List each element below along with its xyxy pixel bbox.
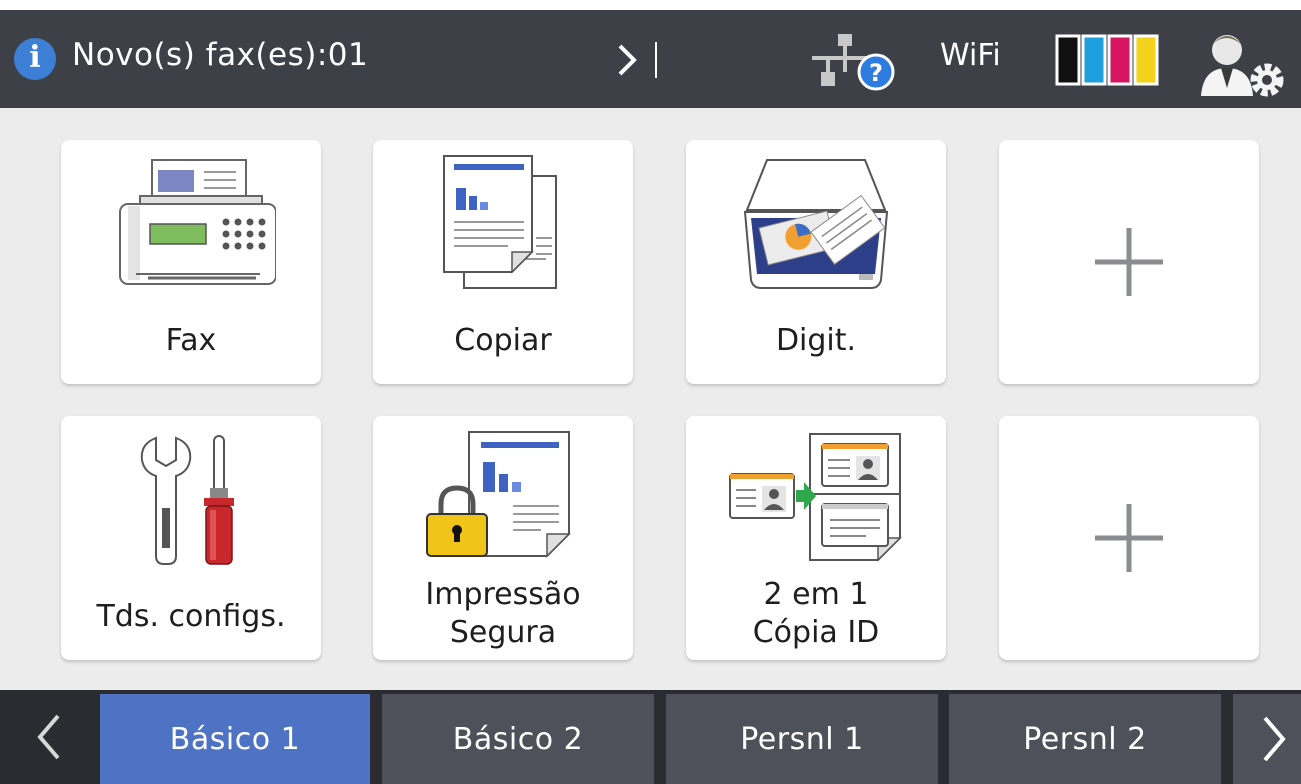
tile-label: Copiar bbox=[454, 323, 552, 358]
wifi-status[interactable]: WiFi bbox=[940, 38, 1001, 73]
tools-icon bbox=[140, 435, 234, 565]
chevron-right-icon[interactable] bbox=[612, 42, 668, 78]
plus-icon bbox=[1095, 504, 1163, 572]
home-tiles-area: Fax Copiar Digit. Tds. configs. Impressã… bbox=[0, 108, 1301, 690]
tab-scroll-left-button[interactable] bbox=[0, 690, 98, 784]
tab-bar: Básico 1 Básico 2 Persnl 1 Persnl 2 bbox=[0, 690, 1301, 784]
tile-label-line2: Segura bbox=[449, 615, 557, 650]
tab-persnl-1[interactable]: Persnl 1 bbox=[666, 694, 938, 784]
admin-settings-icon[interactable] bbox=[1193, 30, 1293, 100]
secure-print-icon bbox=[426, 431, 571, 558]
fax-machine-icon bbox=[119, 159, 276, 285]
scanner-icon bbox=[743, 159, 889, 289]
info-icon[interactable]: i bbox=[14, 38, 56, 80]
secure-print-tile[interactable]: Impressão Segura bbox=[373, 416, 633, 660]
all-settings-tile[interactable]: Tds. configs. bbox=[61, 416, 321, 660]
id-copy-tile[interactable]: 2 em 1 Cópia ID bbox=[686, 416, 946, 660]
tab-basico-2[interactable]: Básico 2 bbox=[382, 694, 654, 784]
add-shortcut-tile[interactable] bbox=[999, 416, 1259, 660]
tab-label: Básico 2 bbox=[452, 721, 584, 757]
tile-label: Tds. configs. bbox=[96, 599, 286, 634]
tile-label: Fax bbox=[165, 323, 217, 358]
tab-label: Persnl 2 bbox=[1023, 721, 1147, 757]
scan-tile[interactable]: Digit. bbox=[686, 140, 946, 384]
tile-label-line2: Cópia ID bbox=[752, 615, 880, 650]
tab-label: Persnl 1 bbox=[740, 721, 864, 757]
ink-level-icon[interactable] bbox=[1055, 34, 1159, 86]
tile-label-line1: Impressão bbox=[425, 577, 581, 612]
id-copy-icon bbox=[729, 433, 902, 562]
tile-label: Digit. bbox=[775, 323, 857, 358]
tab-label: Básico 1 bbox=[169, 721, 301, 757]
copy-documents-icon bbox=[443, 155, 557, 289]
tab-persnl-2[interactable]: Persnl 2 bbox=[949, 694, 1221, 784]
status-bar: i Novo(s) fax(es):01 ? WiFi bbox=[0, 10, 1301, 108]
fax-tile[interactable]: Fax bbox=[61, 140, 321, 384]
tab-basico-1[interactable]: Básico 1 bbox=[100, 694, 370, 784]
svg-text:?: ? bbox=[869, 59, 883, 87]
printer-touchscreen: i Novo(s) fax(es):01 ? WiFi Fax Copiar D… bbox=[0, 0, 1301, 784]
wired-network-status-icon[interactable]: ? bbox=[806, 32, 902, 96]
add-shortcut-tile[interactable] bbox=[999, 140, 1259, 384]
plus-icon bbox=[1095, 228, 1163, 296]
copy-tile[interactable]: Copiar bbox=[373, 140, 633, 384]
tile-label-line1: 2 em 1 bbox=[763, 577, 869, 612]
chevron-left-icon bbox=[37, 714, 60, 760]
tab-scroll-right-button[interactable] bbox=[1233, 694, 1301, 784]
chevron-right-icon bbox=[1263, 716, 1286, 762]
new-fax-notice[interactable]: Novo(s) fax(es):01 bbox=[72, 37, 368, 73]
